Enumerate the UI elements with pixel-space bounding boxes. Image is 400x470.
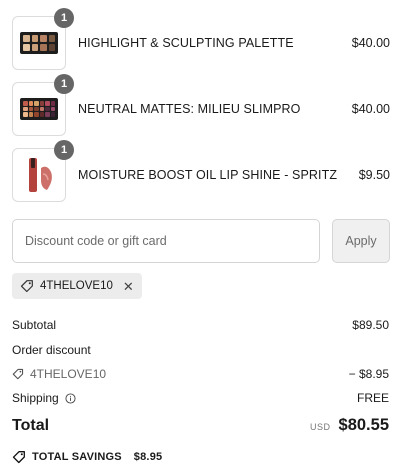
shipping-row: Shipping FREE <box>12 391 389 405</box>
product-name: MOISTURE BOOST OIL LIP SHINE - SPRITZ <box>78 168 338 182</box>
info-icon[interactable] <box>65 392 76 404</box>
palette-swatch <box>23 101 28 106</box>
cart-item: 1 NEUTRAL MATTES: MILIEU SLIMPRO $40.00 <box>12 74 390 136</box>
total-savings: TOTAL SAVINGS $8.95 <box>12 450 162 464</box>
palette-swatch <box>23 35 30 42</box>
tag-icon <box>20 280 33 293</box>
total-value: $80.55 <box>338 416 389 434</box>
cart-item: 1 MOISTURE BOOST OIL LIP SHINE - SPRITZ … <box>12 140 390 202</box>
discount-code-input[interactable] <box>12 219 320 263</box>
palette-swatch <box>34 106 39 112</box>
total-savings-label: TOTAL SAVINGS <box>32 451 122 463</box>
order-discount-row: Order discount <box>12 343 389 357</box>
remove-discount-icon[interactable]: ✕ <box>123 280 134 293</box>
total-savings-value: $8.95 <box>133 451 163 463</box>
palette-swatch <box>48 44 55 51</box>
palette-swatch <box>39 101 44 106</box>
shipping-label: Shipping <box>12 391 59 405</box>
palette-swatch <box>31 44 38 51</box>
quantity-badge: 1 <box>54 140 74 160</box>
palette-swatch <box>28 106 33 112</box>
discount-form: Apply <box>12 219 390 263</box>
discount-value: − $8.95 <box>348 367 389 381</box>
palette-swatch <box>28 101 33 106</box>
tag-icon <box>12 451 25 464</box>
discount-code-label: 4THELOVE10 <box>30 367 107 381</box>
palette-swatch <box>39 112 44 117</box>
palette-swatch <box>34 101 39 106</box>
subtotal-label: Subtotal <box>12 318 57 332</box>
product-name: NEUTRAL MATTES: MILIEU SLIMPRO <box>78 102 301 116</box>
palette-swatch <box>34 112 39 117</box>
palette-swatch <box>31 35 38 42</box>
palette-swatch <box>45 106 50 112</box>
palette-swatch <box>48 35 55 42</box>
palette-swatch <box>39 106 44 112</box>
discount-code-row: 4THELOVE10 − $8.95 <box>12 367 389 381</box>
applied-discount-code: 4THELOVE10 <box>40 280 113 292</box>
product-price: $40.00 <box>351 36 390 50</box>
palette-swatch <box>50 101 55 106</box>
product-thumbnail: 1 <box>12 8 74 70</box>
palette-swatch <box>40 35 47 42</box>
product-thumbnail: 1 <box>12 74 74 136</box>
product-name: HIGHLIGHT & SCULPTING PALETTE <box>78 36 294 50</box>
palette-swatch <box>45 101 50 106</box>
currency-code: USD <box>310 422 331 432</box>
quantity-badge: 1 <box>54 74 74 94</box>
palette-swatch <box>28 112 33 117</box>
highlight-sculpting-palette-icon <box>20 32 58 54</box>
tag-icon <box>12 368 24 380</box>
total-label: Total <box>12 416 50 434</box>
palette-swatch <box>23 112 28 117</box>
applied-discount-tag: 4THELOVE10 ✕ <box>12 273 142 299</box>
cart-item: 1 HIGHLIGHT & SCULPTING PALETTE $40.00 <box>12 8 390 70</box>
palette-swatch <box>45 112 50 117</box>
product-price: $40.00 <box>351 102 390 116</box>
shipping-value: FREE <box>356 391 389 405</box>
palette-swatch <box>50 106 55 112</box>
palette-swatch <box>40 44 47 51</box>
apply-discount-button[interactable]: Apply <box>332 219 390 263</box>
quantity-badge: 1 <box>54 8 74 28</box>
order-discount-label: Order discount <box>12 343 91 357</box>
palette-swatch <box>23 44 30 51</box>
subtotal-row: Subtotal $89.50 <box>12 318 389 332</box>
product-thumbnail: 1 <box>12 140 74 202</box>
total-row: Total USD $80.55 <box>12 416 389 435</box>
palette-swatch <box>50 112 55 117</box>
eyeshadow-palette-icon <box>20 98 58 120</box>
palette-swatch <box>23 106 28 112</box>
subtotal-value: $89.50 <box>352 318 389 332</box>
lip-gloss-icon <box>29 158 52 192</box>
product-price: $9.50 <box>358 168 390 182</box>
